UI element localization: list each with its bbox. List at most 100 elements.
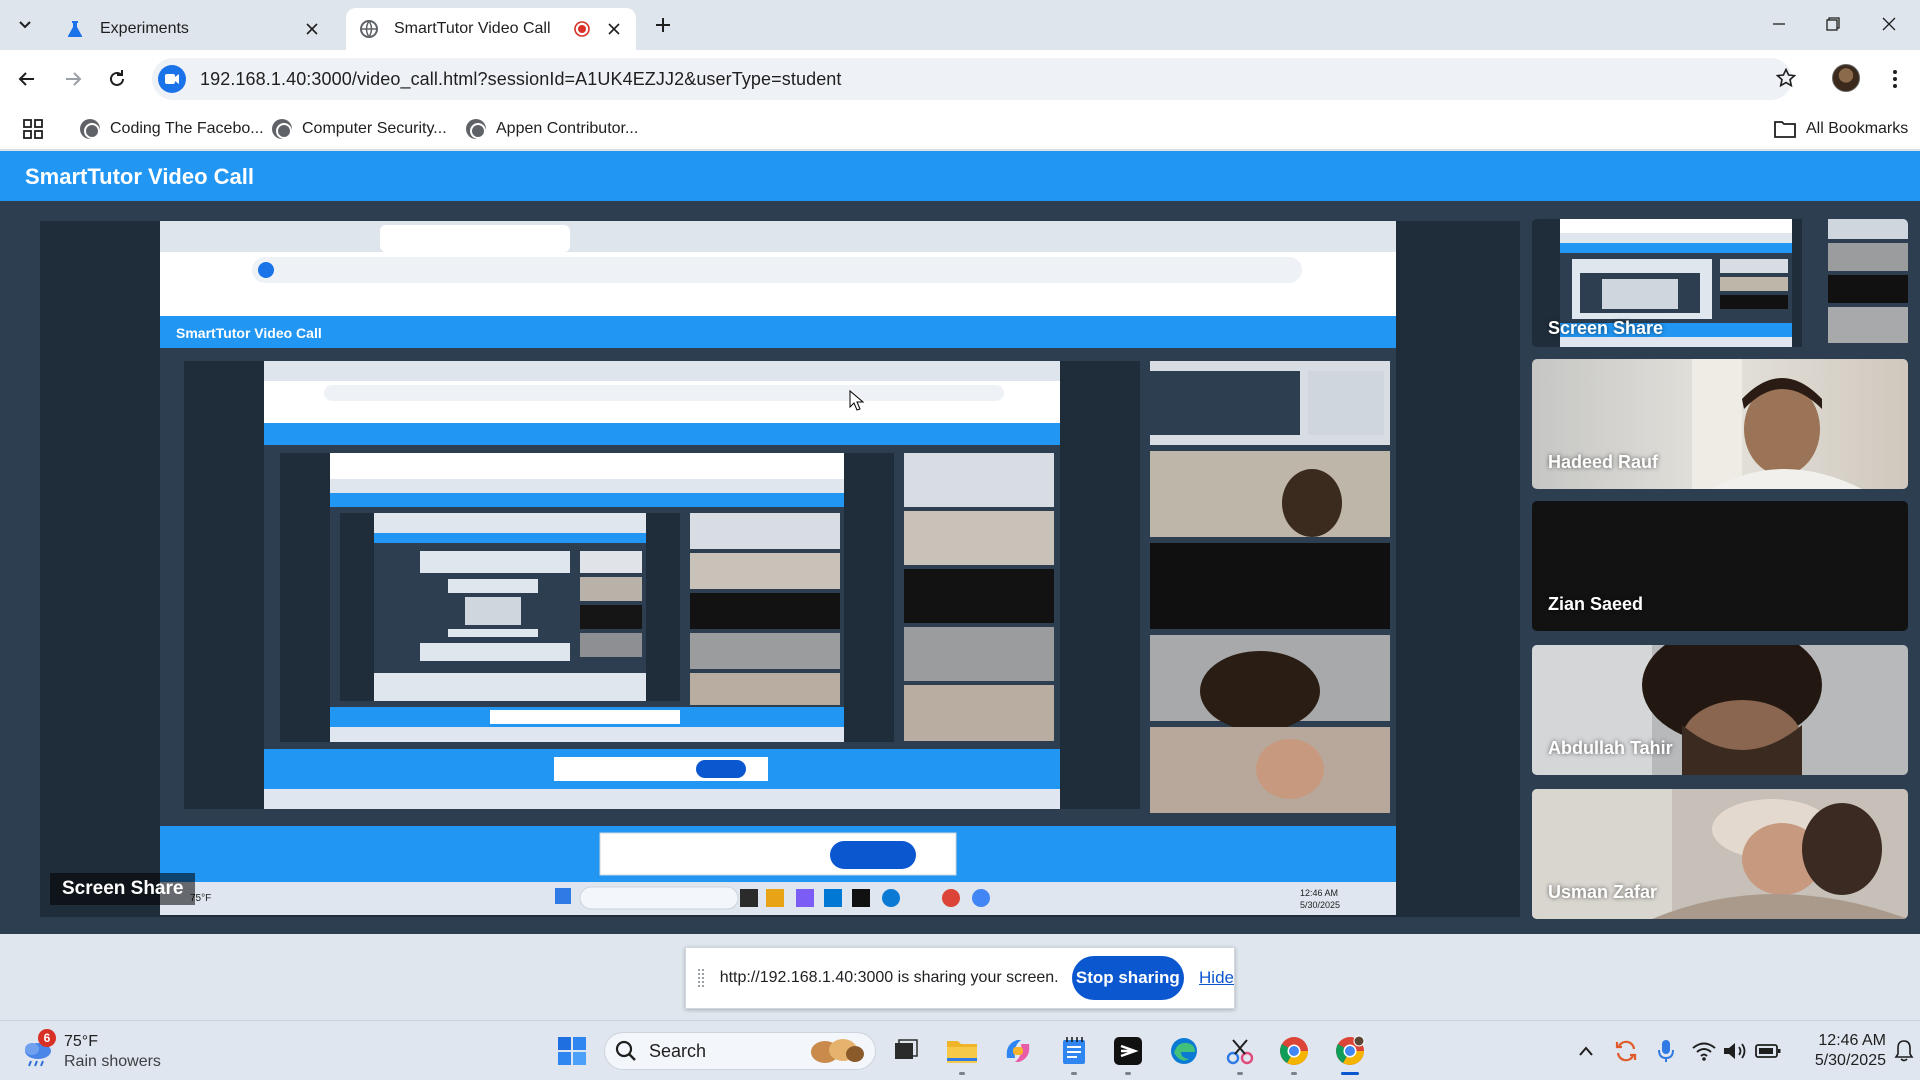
chrome-profile-button[interactable] <box>1330 1031 1370 1075</box>
page-title: SmartTutor Video Call <box>25 164 255 189</box>
tab-smarttutor[interactable]: SmartTutor Video Call <box>346 8 636 50</box>
globe-icon <box>80 119 100 139</box>
notification-center-button[interactable] <box>1894 1039 1914 1063</box>
running-indicator <box>959 1072 965 1075</box>
capcut-icon <box>1114 1037 1142 1065</box>
arrow-right-icon <box>66 72 82 86</box>
bookmark-label: Coding The Facebo... <box>110 120 264 137</box>
globe-icon <box>358 18 380 40</box>
weather-widget[interactable]: 6 75°F Rain showers <box>20 1029 180 1075</box>
capcut-button[interactable] <box>1108 1031 1148 1075</box>
bookmark-star-button[interactable] <box>1768 60 1804 96</box>
svg-text:12:46 AM: 12:46 AM <box>1300 888 1338 898</box>
chevron-down-icon <box>19 21 31 29</box>
edge-button[interactable] <box>1164 1031 1204 1071</box>
screen-share-notification-bar: http://192.168.1.40:3000 is sharing your… <box>685 947 1235 1009</box>
main-video[interactable]: SmartTutor Video Call 75°F 12:46 AM 5/30… <box>40 221 1520 917</box>
chrome-button[interactable] <box>1274 1031 1314 1075</box>
battery-tray-button[interactable] <box>1754 1037 1782 1065</box>
close-icon <box>1882 17 1896 31</box>
url-text: 192.168.1.40:3000/video_call.html?sessio… <box>200 68 842 89</box>
all-bookmarks-label: All Bookmarks <box>1806 120 1909 137</box>
running-indicator <box>1237 1072 1243 1075</box>
reload-button[interactable] <box>100 62 134 96</box>
forward-button[interactable] <box>56 62 90 96</box>
microphone-icon <box>1658 1040 1674 1062</box>
running-indicator <box>1291 1072 1297 1075</box>
screen-share-feed: SmartTutor Video Call 75°F 12:46 AM 5/30… <box>160 221 1396 915</box>
restore-icon <box>1826 17 1840 31</box>
taskbar-search[interactable]: Search <box>604 1032 876 1070</box>
snipping-tool-icon <box>1226 1039 1254 1065</box>
screen-share-indicator-icon[interactable] <box>158 65 186 93</box>
wifi-tray-button[interactable] <box>1690 1037 1718 1065</box>
minimize-button[interactable] <box>1752 6 1806 42</box>
arrow-left-icon <box>18 72 34 86</box>
bell-icon <box>1894 1040 1914 1062</box>
bookmark-item[interactable]: Appen Contributor... <box>466 116 638 142</box>
participant-tile-abdullah-tahir[interactable]: Abdullah Tahir <box>1532 645 1908 775</box>
new-tab-button[interactable] <box>650 12 676 38</box>
tab-title: SmartTutor Video Call <box>394 20 551 37</box>
snipping-tool-button[interactable] <box>1220 1031 1260 1075</box>
app-header: SmartTutor Video Call <box>0 151 1920 201</box>
recursive-screen-share-image: SmartTutor Video Call 75°F 12:46 AM 5/30… <box>160 221 1396 915</box>
minimize-icon <box>1773 23 1785 25</box>
volume-tray-button[interactable] <box>1722 1037 1750 1065</box>
restore-button[interactable] <box>1806 6 1860 42</box>
back-button[interactable] <box>10 62 44 96</box>
microphone-tray-button[interactable] <box>1652 1037 1680 1065</box>
drag-handle-icon[interactable] <box>698 969 704 987</box>
tab-strip: Experiments SmartTutor Video Call <box>0 0 1920 50</box>
stop-sharing-button[interactable]: Stop sharing <box>1071 956 1185 1000</box>
weather-alert-badge: 6 <box>38 1029 56 1047</box>
show-hidden-icons-button[interactable] <box>1572 1037 1600 1065</box>
temperature: 75°F <box>64 1033 98 1050</box>
bookmark-item[interactable]: Computer Security... <box>272 116 447 142</box>
system-clock[interactable]: 12:46 AM 5/30/2025 <box>1782 1031 1886 1071</box>
windows-logo-icon <box>558 1037 586 1065</box>
sync-tray-button[interactable] <box>1612 1037 1640 1065</box>
weather-condition: Rain showers <box>64 1053 161 1070</box>
battery-icon <box>1755 1044 1781 1058</box>
share-message: http://192.168.1.40:3000 is sharing your… <box>719 969 1059 986</box>
file-explorer-button[interactable] <box>942 1031 982 1075</box>
sync-icon <box>1615 1040 1637 1062</box>
tab-search-button[interactable] <box>8 10 42 40</box>
folder-icon <box>947 1041 977 1063</box>
participant-name: Zian Saeed <box>1548 594 1644 614</box>
main-video-label: Screen Share <box>50 873 196 905</box>
participant-tile-usman-zafar[interactable]: Usman Zafar <box>1532 789 1908 919</box>
browser-menu-button[interactable] <box>1880 62 1910 96</box>
video-call-area: SmartTutor Video Call 75°F 12:46 AM 5/30… <box>0 201 1920 934</box>
address-bar[interactable]: 192.168.1.40:3000/video_call.html?sessio… <box>152 58 1792 100</box>
browser-toolbar: 192.168.1.40:3000/video_call.html?sessio… <box>0 50 1920 108</box>
participant-tile-screen-share[interactable]: Screen Share <box>1532 219 1908 347</box>
nested-app-title: SmartTutor Video Call <box>176 325 322 341</box>
chrome-icon <box>1336 1035 1365 1065</box>
hide-button[interactable]: Hide <box>1199 968 1234 988</box>
notepad-icon <box>1063 1037 1085 1064</box>
copilot-button[interactable] <box>998 1031 1038 1071</box>
plus-icon <box>656 18 670 32</box>
start-button[interactable] <box>552 1031 592 1071</box>
bookmarks-bar: Coding The Facebo... Computer Security..… <box>0 108 1920 150</box>
recording-icon <box>574 21 590 37</box>
participant-tile-hadeed-rauf[interactable]: Hadeed Rauf <box>1532 359 1908 489</box>
star-icon <box>1776 68 1796 88</box>
close-window-button[interactable] <box>1862 6 1916 42</box>
task-view-button[interactable] <box>886 1031 926 1071</box>
apps-grid-icon[interactable] <box>20 116 46 142</box>
participant-tile-zian-saeed[interactable]: Zian Saeed <box>1532 501 1908 631</box>
folder-icon <box>1774 121 1796 138</box>
active-indicator <box>1341 1072 1359 1075</box>
copilot-icon <box>1006 1040 1030 1062</box>
close-icon[interactable] <box>302 19 322 39</box>
all-bookmarks-button[interactable]: All Bookmarks <box>1774 116 1908 142</box>
close-icon[interactable] <box>604 19 624 39</box>
bookmark-item[interactable]: Coding The Facebo... <box>80 116 264 142</box>
notepad-button[interactable] <box>1054 1031 1094 1075</box>
tab-experiments[interactable]: Experiments <box>52 8 334 50</box>
profile-avatar[interactable] <box>1832 64 1860 92</box>
search-icon <box>615 1040 636 1061</box>
